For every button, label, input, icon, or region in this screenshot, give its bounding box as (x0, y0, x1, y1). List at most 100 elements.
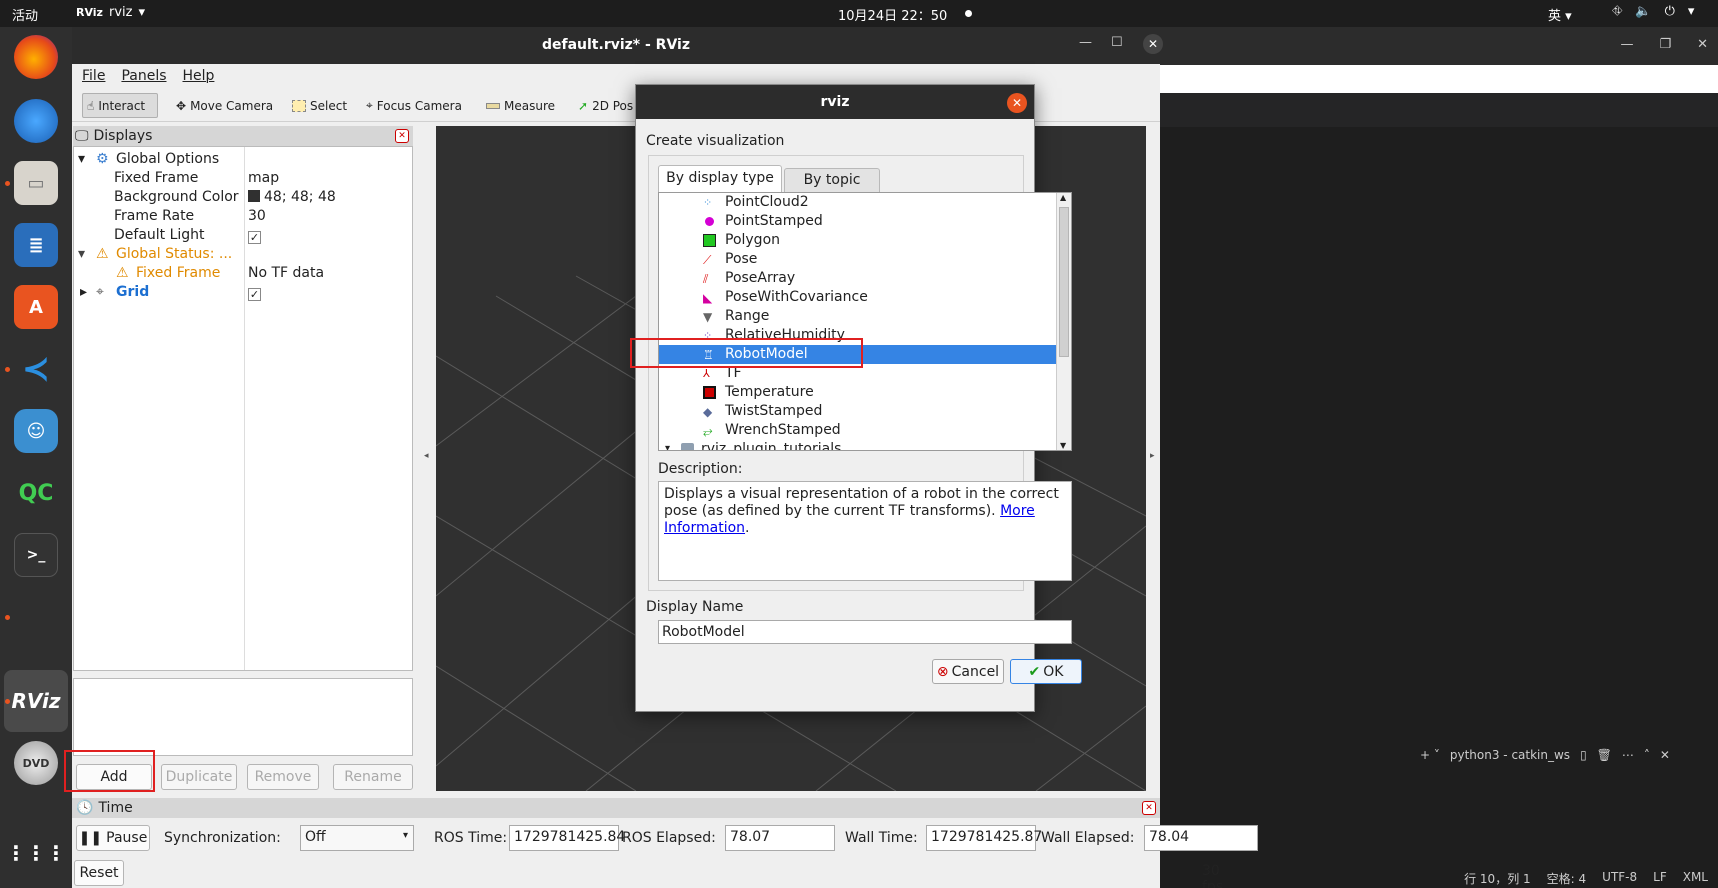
close-icon[interactable]: ✕ (1142, 801, 1156, 815)
chevron-up-icon[interactable]: ˄ (1644, 748, 1650, 762)
status-cursor-position[interactable]: 行 10，列 1 (1464, 870, 1531, 887)
rename-button[interactable]: Rename (333, 764, 413, 790)
select-tool-button[interactable]: Select (288, 93, 351, 118)
expand-arrow-icon[interactable]: ▾ (78, 246, 85, 262)
tree-row-fixed-frame[interactable]: Fixed Frame map (74, 169, 412, 188)
close-icon[interactable]: ✕ (1007, 93, 1027, 113)
files-icon[interactable]: ▭ (14, 161, 58, 205)
tree-row-global-status[interactable]: ▾ ⚠ Global Status: ... (74, 245, 412, 264)
scroll-up-icon[interactable]: ▲ (1060, 193, 1066, 202)
sync-select[interactable]: Off ▾ (300, 825, 414, 851)
status-language[interactable]: XML (1683, 870, 1708, 887)
expand-arrow-icon[interactable]: ▾ (665, 443, 678, 450)
scroll-down-icon[interactable]: ▼ (1060, 441, 1066, 450)
interact-tool-button[interactable]: ☝ Interact (82, 93, 158, 118)
close-icon[interactable]: ✕ (1660, 748, 1670, 762)
list-item[interactable]: ◣ PoseWithCovariance (659, 288, 1071, 307)
tree-row-default-light[interactable]: Default Light ✓ (74, 226, 412, 245)
wall-time-field[interactable]: 1729781425.87 (926, 825, 1042, 851)
ros-elapsed-field[interactable]: 78.07 (725, 825, 835, 851)
robot-app-icon[interactable]: ☺ (14, 409, 58, 453)
activities-button[interactable]: 活动 (12, 5, 38, 24)
restore-icon[interactable]: ❐ (1659, 37, 1671, 52)
trash-icon[interactable]: 🗑 (1597, 748, 1612, 762)
tree-row-frame-rate[interactable]: Frame Rate 30 (74, 207, 412, 226)
grid-label: Grid (116, 284, 150, 300)
vscode-icon[interactable]: ≺ (14, 347, 58, 391)
app-menu[interactable]: RViz rviz ▾ (76, 5, 145, 20)
list-item[interactable]: ◆ TwistStamped (659, 402, 1071, 421)
pause-button[interactable]: ❚❚ Pause (76, 825, 150, 851)
background-color-value[interactable]: 48; 48; 48 (248, 189, 336, 205)
rviz-icon[interactable]: RViz (11, 679, 60, 723)
cancel-button[interactable]: ⊗ Cancel (932, 659, 1004, 684)
status-indent[interactable]: 空格: 4 (1547, 870, 1587, 887)
show-apps-icon[interactable]: ⋮⋮⋮ (6, 831, 66, 875)
displays-panel: 🖵 Displays ✕ ▾ ⚙ Global Options Fixed Fr… (73, 126, 413, 791)
fixed-frame-value[interactable]: map (248, 170, 279, 186)
qtcreator-icon[interactable]: QC (14, 471, 58, 515)
terminal-title[interactable]: python3 - catkin_ws (1450, 748, 1570, 762)
collapse-right-icon[interactable]: ▸ (1150, 451, 1155, 461)
scrollbar-thumb[interactable] (1059, 207, 1069, 357)
list-item[interactable]: ⥂ WrenchStamped (659, 421, 1071, 440)
tree-row-fixed-frame-status[interactable]: ⚠ Fixed Frame No TF data (74, 264, 412, 283)
list-item[interactable]: Temperature (659, 383, 1071, 402)
remove-button[interactable]: Remove (247, 764, 319, 790)
list-item[interactable]: ⟋ Pose (659, 250, 1071, 269)
list-item[interactable]: ▼ Range (659, 307, 1071, 326)
close-icon[interactable]: ✕ (1697, 37, 1708, 52)
pose-estimate-tool-button[interactable]: ➚ 2D Pos (574, 93, 637, 118)
terminal-icon[interactable]: >_ (14, 533, 58, 577)
status-encoding[interactable]: UTF-8 (1602, 870, 1637, 887)
dvd-icon[interactable]: DVD (14, 741, 58, 785)
frame-rate-value[interactable]: 30 (248, 208, 266, 224)
menu-panels[interactable]: Panels (121, 68, 166, 84)
tab-by-topic[interactable]: By topic (784, 168, 880, 192)
ros-time-field[interactable]: 1729781425.84 (509, 825, 625, 851)
ok-button[interactable]: ✔ OK (1010, 659, 1082, 684)
thunderbird-icon[interactable] (14, 99, 58, 143)
system-tray[interactable]: ⛗ 🔈 ⏻ ▾ (1612, 4, 1694, 19)
reset-button[interactable]: Reset (74, 860, 124, 886)
tab-by-display-type[interactable]: By display type (658, 165, 782, 192)
tree-row-grid[interactable]: ▸ ⌖ Grid ✓ (74, 283, 412, 302)
default-light-checkbox[interactable]: ✓ (248, 229, 261, 245)
list-item[interactable]: Polygon (659, 231, 1071, 250)
expand-arrow-icon[interactable]: ▸ (80, 284, 87, 300)
split-icon[interactable]: ▯ (1580, 748, 1587, 762)
list-item[interactable]: ⁘ PointCloud2 (659, 193, 1071, 212)
minimize-icon[interactable]: — (1079, 35, 1092, 50)
firefox-icon[interactable] (14, 35, 58, 79)
input-method-indicator[interactable]: 英 ▾ (1548, 5, 1572, 24)
grid-checkbox[interactable]: ✓ (248, 286, 261, 302)
menu-file[interactable]: File (82, 68, 105, 84)
duplicate-button[interactable]: Duplicate (161, 764, 237, 790)
tree-row-global-options[interactable]: ▾ ⚙ Global Options (74, 150, 412, 169)
clock[interactable]: 10月24日 22：50 (838, 5, 947, 24)
list-item-label: Polygon (725, 232, 781, 248)
expand-arrow-icon[interactable]: ▾ (78, 151, 85, 167)
display-type-list[interactable]: ⁘ PointCloud2 PointStamped Polygon ⟋ Pos… (658, 192, 1072, 451)
list-item[interactable]: ▾ rviz_plugin_tutorials (659, 440, 1071, 450)
status-eol[interactable]: LF (1653, 870, 1667, 887)
minimize-icon[interactable]: — (1620, 37, 1633, 52)
measure-tool-button[interactable]: Measure (482, 93, 559, 118)
collapse-left-icon[interactable]: ◂ (424, 451, 429, 461)
tree-row-background-color[interactable]: Background Color 48; 48; 48 (74, 188, 412, 207)
add-terminal-icon[interactable]: + ˅ (1420, 748, 1440, 762)
move-camera-tool-button[interactable]: ✥ Move Camera (172, 93, 277, 118)
display-name-input[interactable]: RobotModel (658, 620, 1072, 644)
focus-camera-tool-button[interactable]: ⌖ Focus Camera (362, 93, 466, 118)
maximize-icon[interactable]: ☐ (1111, 35, 1123, 50)
more-icon[interactable]: ⋯ (1622, 748, 1634, 762)
list-scrollbar[interactable]: ▲ ▼ (1056, 193, 1071, 450)
writer-icon[interactable]: ≣ (14, 223, 58, 267)
close-icon[interactable]: ✕ (1143, 34, 1163, 54)
menu-help[interactable]: Help (183, 68, 215, 84)
list-item[interactable]: ⫽ PoseArray (659, 269, 1071, 288)
wall-elapsed-field[interactable]: 78.04 (1144, 825, 1258, 851)
app-center-icon[interactable]: A (14, 285, 58, 329)
list-item[interactable]: PointStamped (659, 212, 1071, 231)
close-icon[interactable]: ✕ (395, 129, 409, 143)
